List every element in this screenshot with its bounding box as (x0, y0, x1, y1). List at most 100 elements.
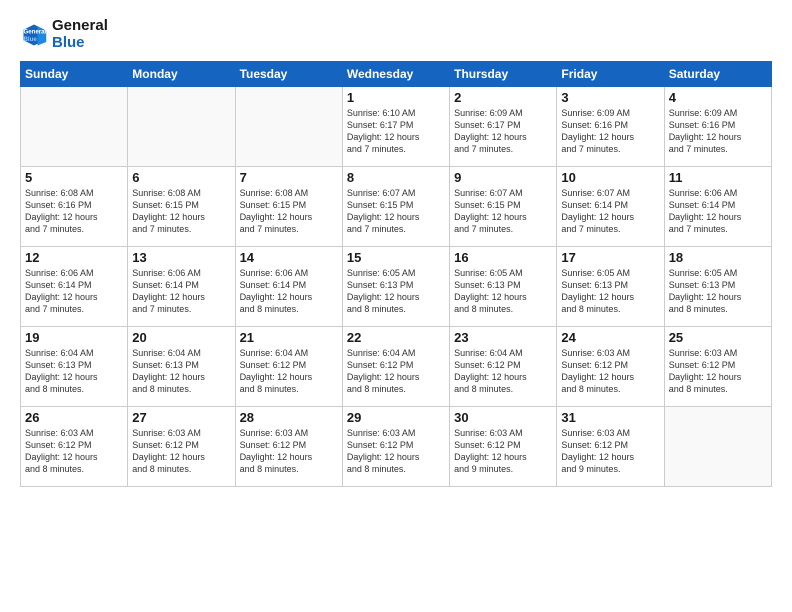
day-number: 9 (454, 170, 552, 185)
day-number: 22 (347, 330, 445, 345)
calendar-cell: 12 Sunrise: 6:06 AM Sunset: 6:14 PM Dayli… (21, 247, 128, 327)
day-number: 5 (25, 170, 123, 185)
day-info: Sunrise: 6:03 AM Sunset: 6:12 PM Dayligh… (561, 427, 659, 476)
day-info: Sunrise: 6:03 AM Sunset: 6:12 PM Dayligh… (669, 347, 767, 396)
day-info: Sunrise: 6:07 AM Sunset: 6:15 PM Dayligh… (454, 187, 552, 236)
day-number: 13 (132, 250, 230, 265)
day-info: Sunrise: 6:06 AM Sunset: 6:14 PM Dayligh… (240, 267, 338, 316)
day-info: Sunrise: 6:04 AM Sunset: 6:12 PM Dayligh… (454, 347, 552, 396)
calendar-cell: 26 Sunrise: 6:03 AM Sunset: 6:12 PM Dayli… (21, 407, 128, 487)
day-info: Sunrise: 6:08 AM Sunset: 6:16 PM Dayligh… (25, 187, 123, 236)
day-info: Sunrise: 6:03 AM Sunset: 6:12 PM Dayligh… (25, 427, 123, 476)
day-number: 27 (132, 410, 230, 425)
calendar-cell: 22 Sunrise: 6:04 AM Sunset: 6:12 PM Dayli… (342, 327, 449, 407)
weekday-header-thursday: Thursday (450, 62, 557, 87)
day-info: Sunrise: 6:09 AM Sunset: 6:17 PM Dayligh… (454, 107, 552, 156)
calendar-cell: 4Sunrise: 6:09 AM Sunset: 6:16 PM Daylig… (664, 87, 771, 167)
calendar-cell (664, 407, 771, 487)
day-info: Sunrise: 6:03 AM Sunset: 6:12 PM Dayligh… (561, 347, 659, 396)
calendar-cell (128, 87, 235, 167)
day-number: 14 (240, 250, 338, 265)
day-number: 31 (561, 410, 659, 425)
day-number: 7 (240, 170, 338, 185)
calendar-cell: 20 Sunrise: 6:04 AM Sunset: 6:13 PM Dayli… (128, 327, 235, 407)
day-number: 8 (347, 170, 445, 185)
day-number: 29 (347, 410, 445, 425)
calendar-cell (21, 87, 128, 167)
day-info: Sunrise: 6:07 AM Sunset: 6:14 PM Dayligh… (561, 187, 659, 236)
calendar-cell: 18 Sunrise: 6:05 AM Sunset: 6:13 PM Dayli… (664, 247, 771, 327)
day-number: 23 (454, 330, 552, 345)
day-info: Sunrise: 6:04 AM Sunset: 6:12 PM Dayligh… (240, 347, 338, 396)
calendar-cell: 3 Sunrise: 6:09 AM Sunset: 6:16 PM Daylig… (557, 87, 664, 167)
calendar-week-row: 19 Sunrise: 6:04 AM Sunset: 6:13 PM Dayli… (21, 327, 772, 407)
day-number: 10 (561, 170, 659, 185)
calendar-cell: 27Sunrise: 6:03 AM Sunset: 6:12 PM Dayli… (128, 407, 235, 487)
day-number: 2 (454, 90, 552, 105)
calendar-cell: 6 Sunrise: 6:08 AM Sunset: 6:15 PM Daylig… (128, 167, 235, 247)
day-number: 16 (454, 250, 552, 265)
svg-text:General: General (24, 28, 47, 35)
day-info: Sunrise: 6:04 AM Sunset: 6:12 PM Dayligh… (347, 347, 445, 396)
weekday-header-monday: Monday (128, 62, 235, 87)
weekday-header-row: SundayMondayTuesdayWednesdayThursdayFrid… (21, 62, 772, 87)
header: General Blue General Blue (20, 18, 772, 51)
day-info: Sunrise: 6:06 AM Sunset: 6:14 PM Dayligh… (132, 267, 230, 316)
calendar-cell (235, 87, 342, 167)
day-info: Sunrise: 6:10 AM Sunset: 6:17 PM Dayligh… (347, 107, 445, 156)
calendar: SundayMondayTuesdayWednesdayThursdayFrid… (20, 61, 772, 487)
day-info: Sunrise: 6:05 AM Sunset: 6:13 PM Dayligh… (347, 267, 445, 316)
day-number: 25 (669, 330, 767, 345)
day-number: 19 (25, 330, 123, 345)
logo: General Blue General Blue (20, 18, 108, 51)
calendar-cell: 17 Sunrise: 6:05 AM Sunset: 6:13 PM Dayli… (557, 247, 664, 327)
weekday-header-wednesday: Wednesday (342, 62, 449, 87)
day-number: 28 (240, 410, 338, 425)
day-number: 6 (132, 170, 230, 185)
day-info: Sunrise: 6:05 AM Sunset: 6:13 PM Dayligh… (669, 267, 767, 316)
calendar-cell: 13 Sunrise: 6:06 AM Sunset: 6:14 PM Dayli… (128, 247, 235, 327)
day-number: 17 (561, 250, 659, 265)
calendar-cell: 11 Sunrise: 6:06 AM Sunset: 6:14 PM Dayli… (664, 167, 771, 247)
day-number: 24 (561, 330, 659, 345)
page: General Blue General Blue SundayMondayTu… (0, 0, 792, 612)
day-number: 30 (454, 410, 552, 425)
weekday-header-sunday: Sunday (21, 62, 128, 87)
day-info: Sunrise: 6:08 AM Sunset: 6:15 PM Dayligh… (240, 187, 338, 236)
day-info: Sunrise: 6:09 AM Sunset: 6:16 PM Dayligh… (561, 107, 659, 156)
day-info: Sunrise: 6:06 AM Sunset: 6:14 PM Dayligh… (25, 267, 123, 316)
day-info: Sunrise: 6:04 AM Sunset: 6:13 PM Dayligh… (25, 347, 123, 396)
calendar-cell: 23 Sunrise: 6:04 AM Sunset: 6:12 PM Dayli… (450, 327, 557, 407)
day-info: Sunrise: 6:03 AM Sunset: 6:12 PM Dayligh… (347, 427, 445, 476)
day-info: Sunrise: 6:04 AM Sunset: 6:13 PM Dayligh… (132, 347, 230, 396)
day-number: 21 (240, 330, 338, 345)
day-info: Sunrise: 6:05 AM Sunset: 6:13 PM Dayligh… (454, 267, 552, 316)
calendar-cell: 16 Sunrise: 6:05 AM Sunset: 6:13 PM Dayli… (450, 247, 557, 327)
logo-icon: General Blue (20, 21, 48, 49)
day-number: 12 (25, 250, 123, 265)
calendar-cell: 15Sunrise: 6:05 AM Sunset: 6:13 PM Dayli… (342, 247, 449, 327)
day-number: 26 (25, 410, 123, 425)
calendar-week-row: 26 Sunrise: 6:03 AM Sunset: 6:12 PM Dayli… (21, 407, 772, 487)
day-number: 3 (561, 90, 659, 105)
calendar-cell: 28Sunrise: 6:03 AM Sunset: 6:12 PM Dayli… (235, 407, 342, 487)
logo-text: General Blue (52, 18, 108, 51)
calendar-week-row: 12 Sunrise: 6:06 AM Sunset: 6:14 PM Dayli… (21, 247, 772, 327)
calendar-cell: 29 Sunrise: 6:03 AM Sunset: 6:12 PM Dayli… (342, 407, 449, 487)
calendar-cell: 10 Sunrise: 6:07 AM Sunset: 6:14 PM Dayli… (557, 167, 664, 247)
calendar-cell: 1Sunrise: 6:10 AM Sunset: 6:17 PM Daylig… (342, 87, 449, 167)
day-info: Sunrise: 6:06 AM Sunset: 6:14 PM Dayligh… (669, 187, 767, 236)
day-info: Sunrise: 6:09 AM Sunset: 6:16 PM Dayligh… (669, 107, 767, 156)
calendar-cell: 30 Sunrise: 6:03 AM Sunset: 6:12 PM Dayli… (450, 407, 557, 487)
day-number: 11 (669, 170, 767, 185)
calendar-cell: 9 Sunrise: 6:07 AM Sunset: 6:15 PM Daylig… (450, 167, 557, 247)
day-number: 18 (669, 250, 767, 265)
day-number: 20 (132, 330, 230, 345)
day-info: Sunrise: 6:05 AM Sunset: 6:13 PM Dayligh… (561, 267, 659, 316)
calendar-cell: 25 Sunrise: 6:03 AM Sunset: 6:12 PM Dayli… (664, 327, 771, 407)
weekday-header-saturday: Saturday (664, 62, 771, 87)
day-info: Sunrise: 6:03 AM Sunset: 6:12 PM Dayligh… (454, 427, 552, 476)
calendar-cell: 31 Sunrise: 6:03 AM Sunset: 6:12 PM Dayli… (557, 407, 664, 487)
day-info: Sunrise: 6:08 AM Sunset: 6:15 PM Dayligh… (132, 187, 230, 236)
calendar-cell: 5 Sunrise: 6:08 AM Sunset: 6:16 PM Daylig… (21, 167, 128, 247)
